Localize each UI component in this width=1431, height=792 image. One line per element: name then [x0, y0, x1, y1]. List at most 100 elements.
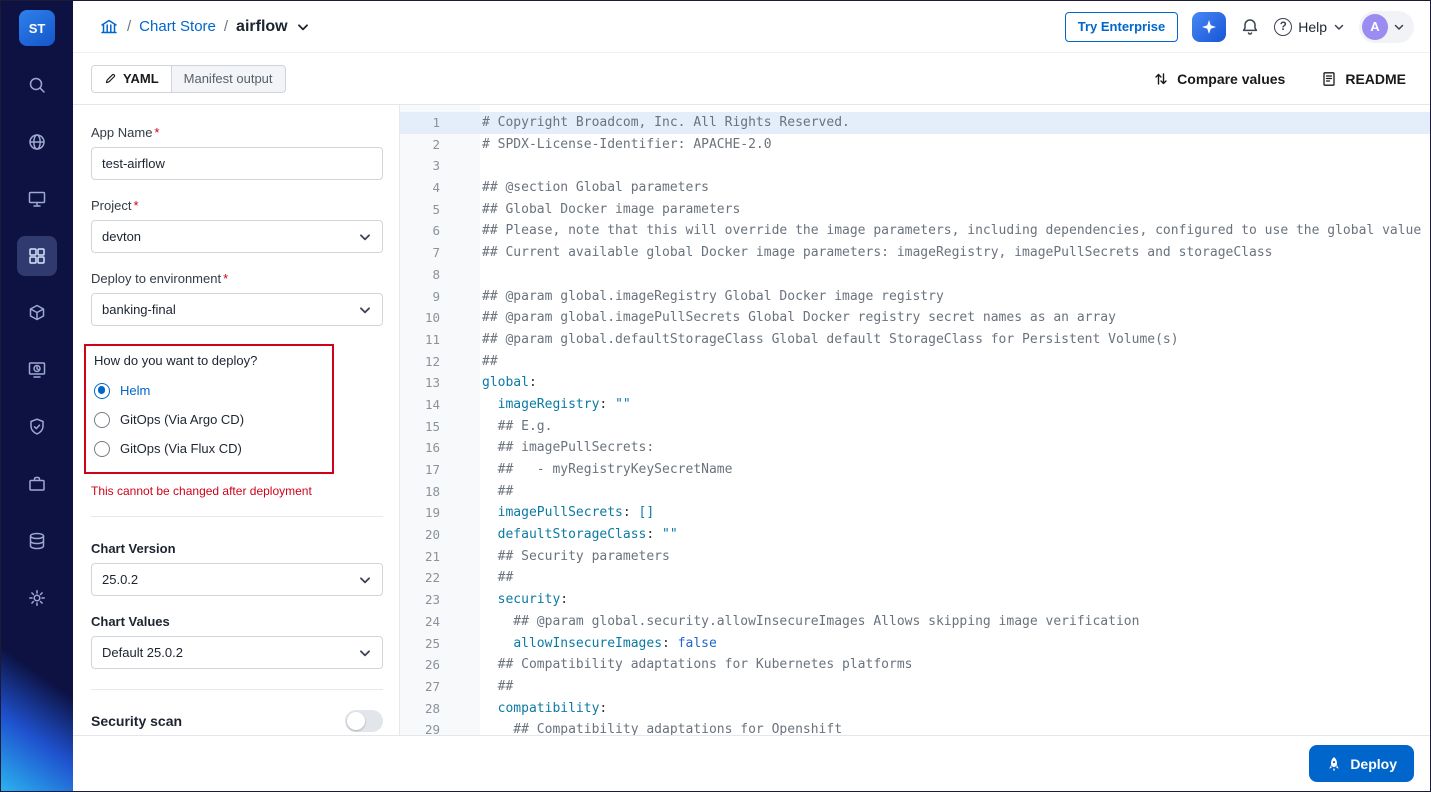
sidebar-item-security[interactable]	[17, 407, 57, 447]
radio-option-label: Helm	[120, 383, 151, 398]
project-select[interactable]: devton	[91, 220, 383, 253]
editor-line[interactable]: 24 ## @param global.security.allowInsecu…	[400, 611, 1430, 633]
editor-line[interactable]: 16 ## imagePullSecrets:	[400, 437, 1430, 459]
app-name-input[interactable]	[91, 147, 383, 180]
line-number: 18	[424, 483, 440, 499]
ai-assistant-button[interactable]	[1192, 11, 1227, 42]
chevron-down-icon[interactable]	[296, 20, 310, 34]
sidebar-item-deployments[interactable]	[17, 179, 57, 219]
editor-line[interactable]: 27 ##	[400, 676, 1430, 698]
chart-values-selected-value: Default 25.0.2	[102, 645, 183, 660]
editor-line[interactable]: 9 ## @param global.imageRegistry Global D…	[400, 286, 1430, 308]
readme-button[interactable]: README	[1321, 71, 1406, 87]
editor-line[interactable]: 6 ## Please, note that this will override…	[400, 220, 1430, 242]
sidebar-item-global[interactable]	[17, 122, 57, 162]
chart-store-icon	[27, 246, 47, 266]
compare-values-button[interactable]: Compare values	[1153, 71, 1285, 87]
notifications-button[interactable]	[1240, 17, 1260, 37]
radio-option-gitops-argo[interactable]: GitOps (Via Argo CD)	[94, 405, 324, 434]
editor-line[interactable]: 13 global:	[400, 372, 1430, 394]
code-text: ## Compatibility adaptations for Kuberne…	[482, 657, 913, 673]
shield-icon	[27, 417, 47, 437]
line-number: 26	[424, 657, 440, 673]
deploy-button[interactable]: Deploy	[1309, 745, 1414, 782]
help-label: Help	[1298, 18, 1327, 35]
code-text: ## @param global.defaultStorageClass Glo…	[482, 331, 1179, 347]
breadcrumb-chart-store-link[interactable]: Chart Store	[139, 18, 216, 35]
sidebar-item-jobs[interactable]	[17, 464, 57, 504]
help-menu[interactable]: ? Help	[1274, 17, 1345, 36]
editor-line[interactable]: 19 imagePullSecrets: []	[400, 502, 1430, 524]
security-scan-row: Security scan	[91, 710, 383, 732]
editor-line[interactable]: 25 allowInsecureImages: false	[400, 633, 1430, 655]
sidebar-item-chart-store[interactable]	[17, 236, 57, 276]
deploy-method-warning: This cannot be changed after deployment	[91, 484, 312, 498]
chart-values-select[interactable]: Default 25.0.2	[91, 636, 383, 669]
editor-line[interactable]: 21 ## Security parameters	[400, 546, 1430, 568]
radio-icon	[94, 411, 110, 428]
editor-line[interactable]: 15 ## E.g.	[400, 416, 1430, 438]
editor-line[interactable]: 1 # Copyright Broadcom, Inc. All Rights R…	[400, 112, 1430, 134]
line-number: 21	[424, 548, 440, 564]
editor-line[interactable]: 3	[400, 155, 1430, 177]
editor-line[interactable]: 18 ##	[400, 481, 1430, 503]
editor-line[interactable]: 11 ## @param global.defaultStorageClass G…	[400, 329, 1430, 351]
sidebar-item-helm-apps[interactable]	[17, 293, 57, 333]
sidebar-item-settings[interactable]	[17, 578, 57, 618]
breadcrumb-current-chart[interactable]: airflow	[236, 18, 288, 36]
sidebar-item-resource-browser[interactable]	[17, 521, 57, 561]
user-menu[interactable]: A	[1359, 10, 1414, 43]
document-icon	[1321, 71, 1337, 87]
line-number: 4	[432, 180, 440, 196]
editor-line[interactable]: 26 ## Compatibility adaptations for Kube…	[400, 654, 1430, 676]
sparkle-icon	[1201, 19, 1217, 35]
tab-manifest-output[interactable]: Manifest output	[172, 66, 285, 92]
required-mark: *	[154, 125, 160, 140]
top-header: / Chart Store / airflow Try Enterprise ?…	[73, 1, 1430, 53]
editor-line[interactable]: 2 # SPDX-License-Identifier: APACHE-2.0	[400, 134, 1430, 156]
code-text: allowInsecureImages: false	[513, 635, 717, 651]
code-text: ## @param global.imageRegistry Global Do…	[482, 288, 944, 304]
chart-values-label: Chart Values	[91, 614, 170, 629]
sidebar-item-build-status[interactable]	[17, 350, 57, 390]
sidebar-item-search[interactable]	[17, 65, 57, 105]
tab-yaml[interactable]: YAML	[92, 65, 172, 92]
line-number: 9	[432, 288, 440, 304]
chevron-down-icon	[358, 646, 372, 660]
editor-line[interactable]: 10 ## @param global.imagePullSecrets Glob…	[400, 307, 1430, 329]
app-logo[interactable]: ST	[19, 10, 55, 46]
editor-line[interactable]: 4 ## @section Global parameters	[400, 177, 1430, 199]
try-enterprise-button[interactable]: Try Enterprise	[1064, 11, 1179, 42]
line-number: 7	[432, 245, 440, 261]
editor-line[interactable]: 23 security:	[400, 589, 1430, 611]
editor-line[interactable]: 17 ## - myRegistryKeySecretName	[400, 459, 1430, 481]
editor-line[interactable]: 22 ##	[400, 567, 1430, 589]
editor-line[interactable]: 28 compatibility:	[400, 698, 1430, 720]
rocket-icon	[1326, 756, 1342, 772]
editor-line[interactable]: 14 imageRegistry: ""	[400, 394, 1430, 416]
security-scan-toggle[interactable]	[345, 710, 383, 732]
radio-option-gitops-flux[interactable]: GitOps (Via Flux CD)	[94, 434, 324, 463]
line-number: 29	[424, 722, 440, 735]
editor-line[interactable]: 29 ## Compatibility adaptations for Open…	[400, 719, 1430, 735]
line-number: 16	[424, 440, 440, 456]
code-text: ##	[482, 570, 514, 586]
environment-select[interactable]: banking-final	[91, 293, 383, 326]
code-text: ## - myRegistryKeySecretName	[482, 462, 733, 477]
line-number: 15	[424, 418, 440, 434]
chart-version-select[interactable]: 25.0.2	[91, 563, 383, 596]
editor-line[interactable]: 8	[400, 264, 1430, 286]
search-icon	[27, 75, 47, 95]
radio-option-helm[interactable]: Helm	[94, 376, 324, 405]
tab-manifest-label: Manifest output	[183, 71, 273, 86]
editor-line[interactable]: 12 ##	[400, 351, 1430, 373]
editor-line[interactable]: 20 defaultStorageClass: ""	[400, 524, 1430, 546]
chevron-down-icon	[358, 230, 372, 244]
editor-line[interactable]: 7 ## Current available global Docker imag…	[400, 242, 1430, 264]
database-stack-icon	[27, 531, 47, 551]
code-text: ## @param global.imagePullSecrets Global…	[482, 310, 1116, 326]
editor-line[interactable]: 5 ## Global Docker image parameters	[400, 199, 1430, 221]
yaml-editor[interactable]: 1 # Copyright Broadcom, Inc. All Rights R…	[400, 105, 1430, 735]
chart-store-home-icon[interactable]	[99, 17, 119, 37]
